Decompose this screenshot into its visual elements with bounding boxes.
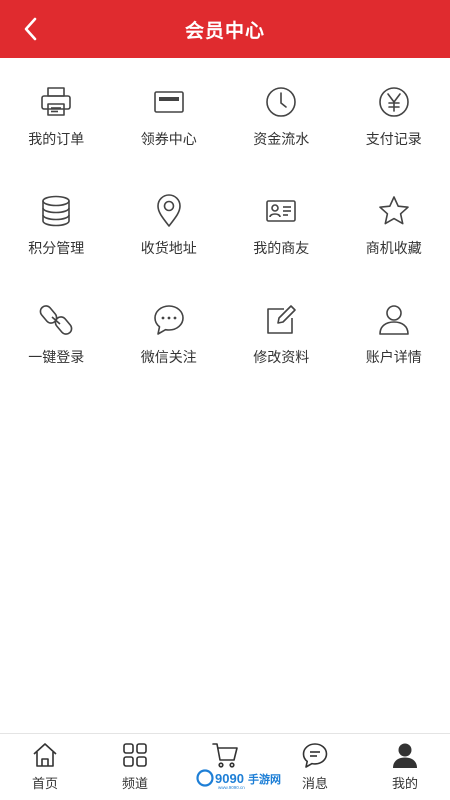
chevron-left-icon [24,17,37,41]
star-icon [377,194,411,228]
header-bar: 会员中心 [0,0,450,58]
member-menu-grid: 我的订单 领券中心 资金流水 支付记录 积分管理 收货地址 我的商友 商机收藏 … [0,58,450,385]
tab-label: 频道 [121,777,148,792]
chat-bubble-icon [152,303,186,337]
menu-item-edit-profile[interactable]: 修改资料 [225,276,338,385]
menu-item-favorites[interactable]: 商机收藏 [338,167,450,276]
tab-mine[interactable]: 我的 [360,734,450,800]
back-button[interactable] [14,12,48,46]
tab-label: 我的 [391,777,418,792]
tab-channel[interactable]: 频道 [90,734,180,800]
home-icon [31,741,59,769]
database-icon [39,194,73,228]
tab-label: 消息 [301,777,328,792]
tab-cart[interactable] [180,734,270,800]
yen-circle-icon [377,85,411,119]
menu-item-coupons[interactable]: 领券中心 [113,58,226,167]
bottom-tab-bar: 首页 频道 消息 我的 [0,733,450,800]
menu-label: 积分管理 [28,241,85,257]
user-icon [377,303,411,337]
menu-label: 领券中心 [140,132,197,148]
menu-label: 一键登录 [28,350,85,366]
tab-home[interactable]: 首页 [0,734,90,800]
menu-label: 修改资料 [253,350,310,366]
tab-messages[interactable]: 消息 [270,734,360,800]
printer-icon [39,85,73,119]
edit-icon [264,303,298,337]
cart-icon [211,741,239,769]
message-icon [301,741,329,769]
menu-item-address[interactable]: 收货地址 [113,167,226,276]
menu-item-orders[interactable]: 我的订单 [0,58,113,167]
menu-item-account-details[interactable]: 账户详情 [338,276,450,385]
menu-label: 支付记录 [365,132,422,148]
menu-item-quick-login[interactable]: 一键登录 [0,276,113,385]
link-icon [39,303,73,337]
menu-label: 收货地址 [140,241,197,257]
profile-icon [391,741,419,769]
menu-item-fund-flow[interactable]: 资金流水 [225,58,338,167]
menu-item-wechat-follow[interactable]: 微信关注 [113,276,226,385]
menu-label: 账户详情 [365,350,422,366]
id-card-icon [264,194,298,228]
menu-item-business-friends[interactable]: 我的商友 [225,167,338,276]
location-pin-icon [152,194,186,228]
menu-item-payment-records[interactable]: 支付记录 [338,58,450,167]
coupon-icon [152,85,186,119]
tab-label: 首页 [31,777,58,792]
page-title: 会员中心 [184,19,265,42]
menu-label: 资金流水 [253,132,310,148]
menu-label: 微信关注 [140,350,197,366]
menu-label: 商机收藏 [365,241,422,257]
menu-label: 我的商友 [253,241,310,257]
grid-icon [121,741,149,769]
clock-icon [264,85,298,119]
menu-item-points[interactable]: 积分管理 [0,167,113,276]
menu-label: 我的订单 [28,132,85,148]
